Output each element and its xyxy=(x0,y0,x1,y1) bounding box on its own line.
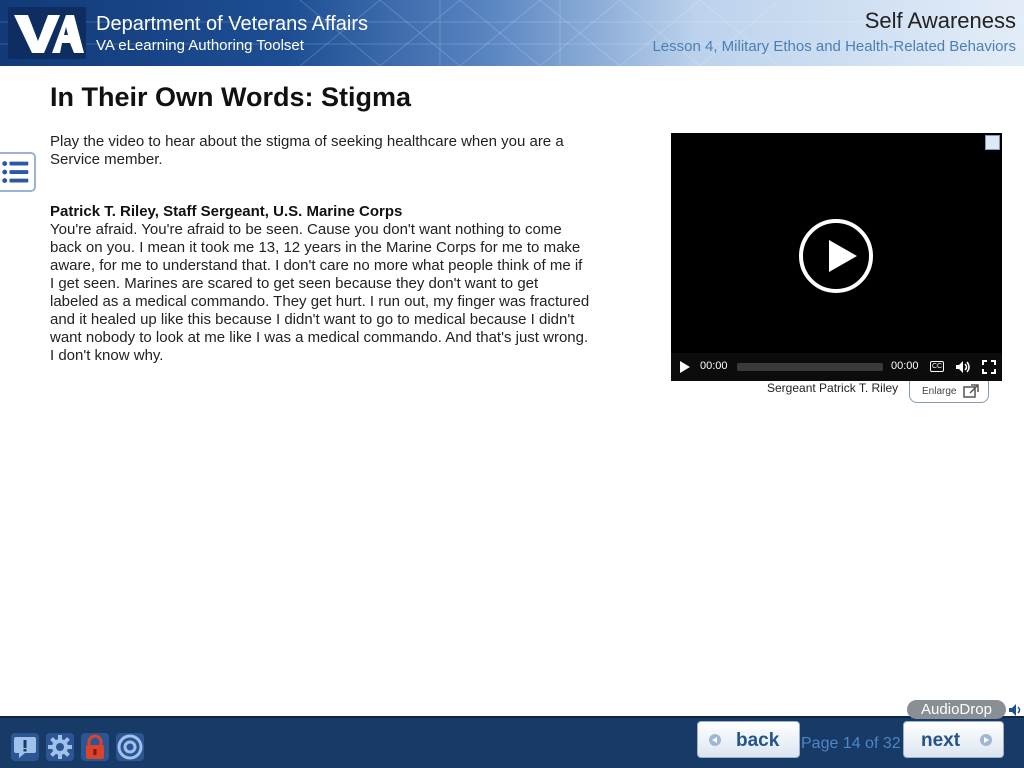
video-controls: 00:00 00:00 CC xyxy=(671,353,1002,381)
current-time: 00:00 xyxy=(700,360,728,372)
app-header: Department of Veterans Affairs VA eLearn… xyxy=(0,0,1024,66)
next-label: next xyxy=(921,730,961,751)
enlarge-button[interactable]: Enlarge xyxy=(909,381,989,403)
target-icon[interactable] xyxy=(116,733,144,761)
va-logo xyxy=(8,7,86,59)
back-arrow-icon xyxy=(709,734,721,746)
settings-icon[interactable] xyxy=(46,733,74,761)
page-title: In Their Own Words: Stigma xyxy=(50,82,412,112)
back-label: back xyxy=(736,730,780,751)
video-caption: Sergeant Patrick T. Riley xyxy=(767,381,899,395)
expand-corner-icon[interactable] xyxy=(985,135,1000,150)
audiodrop-button[interactable]: AudioDrop xyxy=(907,700,1006,719)
fullscreen-icon[interactable] xyxy=(982,360,996,374)
course-title: Self Awareness xyxy=(864,8,1016,33)
intro-text: Play the video to hear about the stigma … xyxy=(50,133,564,168)
lock-icon[interactable] xyxy=(81,733,109,761)
help-icon[interactable] xyxy=(11,733,39,761)
speaker-icon[interactable] xyxy=(1008,702,1024,718)
big-play-button[interactable] xyxy=(799,219,873,293)
next-button[interactable]: next xyxy=(903,721,1004,758)
lesson-title: Lesson 4, Military Ethos and Health-Rela… xyxy=(652,38,1016,55)
enlarge-label: Enlarge xyxy=(922,386,957,397)
speaker-name: Patrick T. Riley, Staff Sergeant, U.S. M… xyxy=(50,203,403,220)
video-player[interactable]: 00:00 00:00 CC xyxy=(671,133,1002,381)
next-arrow-icon xyxy=(980,734,992,746)
page-indicator: Page 14 of 32 xyxy=(801,735,901,752)
captions-button[interactable]: CC xyxy=(930,361,944,372)
progress-track[interactable] xyxy=(737,363,883,371)
org-title: Department of Veterans Affairs xyxy=(96,13,369,35)
duration-time: 00:00 xyxy=(891,360,919,372)
menu-toggle-button[interactable] xyxy=(0,152,36,192)
org-subtitle: VA eLearning Authoring Toolset xyxy=(96,37,304,54)
play-pause-button[interactable] xyxy=(680,361,690,373)
back-button[interactable]: back xyxy=(697,721,800,758)
volume-icon[interactable] xyxy=(955,360,971,374)
play-icon xyxy=(829,240,857,272)
list-icon xyxy=(2,161,29,184)
external-link-icon xyxy=(963,384,979,398)
transcript-text: You're afraid. You're afraid to be seen.… xyxy=(50,221,590,364)
